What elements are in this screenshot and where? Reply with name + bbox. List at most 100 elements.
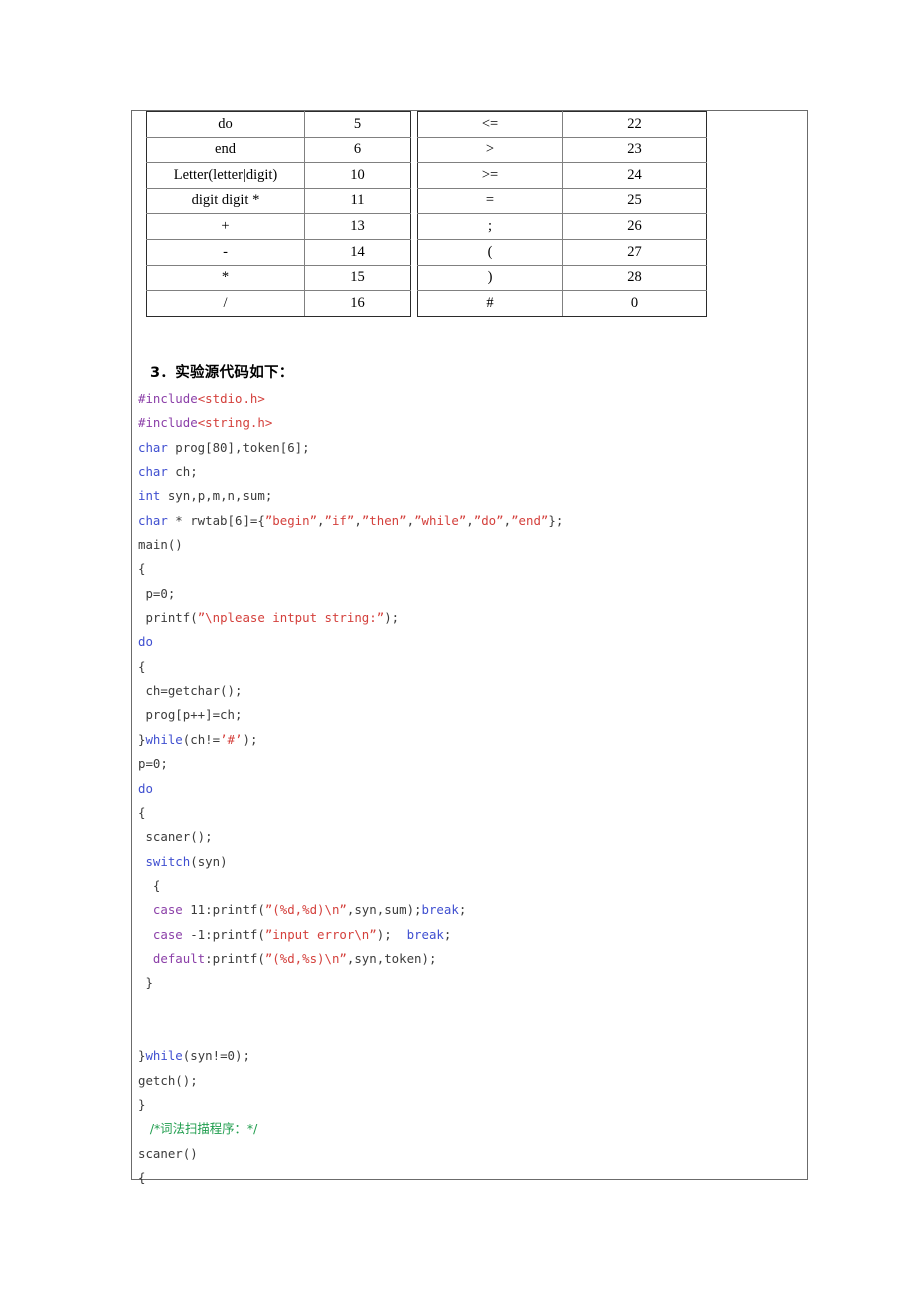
code-cell: 27 xyxy=(562,238,707,266)
code-cell: 13 xyxy=(304,213,411,240)
code-token: 11:printf( xyxy=(182,902,265,918)
code-token: while xyxy=(145,1048,183,1064)
code-token: /*词法扫描程序：*/ xyxy=(138,1121,258,1137)
code-token: * rwtab[6]={ xyxy=(167,512,265,528)
code-line: getch(); xyxy=(138,1069,798,1093)
code-line: } xyxy=(138,1093,798,1117)
code-token: do xyxy=(138,780,153,796)
code-line: #include<stdio.h> xyxy=(138,387,798,411)
code-cell: 15 xyxy=(304,264,411,292)
code-token: ”then” xyxy=(361,512,407,528)
code-token: ”if” xyxy=(324,512,355,528)
code-token: syn,p,m,n,sum; xyxy=(160,488,273,504)
symbol-cell: ) xyxy=(417,264,563,292)
table-row: <= 22 xyxy=(417,111,707,138)
symbol-cell: + xyxy=(146,213,305,240)
code-line: p=0; xyxy=(138,582,798,606)
code-cell: 24 xyxy=(562,162,707,189)
symbol-cell: > xyxy=(417,136,563,164)
symbol-cell: = xyxy=(417,187,563,215)
code-line: { xyxy=(138,1166,798,1190)
code-token: #include xyxy=(138,391,198,406)
table-row: ; 26 xyxy=(417,213,707,240)
code-cell: 23 xyxy=(562,136,707,164)
symbol-cell: <= xyxy=(417,111,563,138)
code-line: #include<string.h> xyxy=(138,411,798,435)
symbol-cell: do xyxy=(146,111,305,138)
code-token: case xyxy=(152,902,183,918)
code-token: ); xyxy=(376,926,407,942)
code-token: break xyxy=(406,926,444,942)
symbol-table-left: do 5 end 6 Letter(letter|digit) 10 digit digit… xyxy=(146,111,411,317)
code-cell: 25 xyxy=(562,187,707,215)
code-line: { xyxy=(138,655,798,679)
symbol-cell: - xyxy=(146,238,305,266)
code-cell: 16 xyxy=(304,290,411,317)
table-row: do 5 xyxy=(146,111,411,138)
code-token: ch=getchar(); xyxy=(138,683,243,699)
symbol-table-left-body: do 5 end 6 Letter(letter|digit) 10 digit digit… xyxy=(146,111,411,317)
code-line: char ch; xyxy=(138,460,798,484)
code-token: #include xyxy=(138,415,198,431)
code-line: { xyxy=(138,874,798,898)
table-row: /16 xyxy=(146,290,411,317)
code-token: switch xyxy=(145,853,191,869)
code-line: prog[p++]=ch; xyxy=(138,703,798,727)
source-code-block: #include<stdio.h> #include<string.h> char … xyxy=(138,387,798,1190)
table-row: #0 xyxy=(417,290,707,317)
code-cell: 26 xyxy=(562,213,707,240)
table-row: +13 xyxy=(146,213,411,240)
code-token: char xyxy=(138,439,168,455)
code-token: scaner() xyxy=(138,1145,198,1161)
code-cell: 14 xyxy=(304,238,411,266)
code-token: , xyxy=(317,512,325,528)
code-token: ”input error\n” xyxy=(264,926,377,942)
code-cell: 11 xyxy=(304,187,411,215)
code-token: (syn!=0); xyxy=(182,1048,250,1064)
code-line: }while(syn!=0); xyxy=(138,1044,798,1068)
code-line: ch=getchar(); xyxy=(138,679,798,703)
table-row: * 15 xyxy=(146,264,411,292)
table-row: >= 24 xyxy=(417,162,707,189)
code-line: { xyxy=(138,801,798,825)
symbol-cell: # xyxy=(417,290,563,317)
code-line: do xyxy=(138,777,798,801)
symbol-table-right-body: <= 22 >23 >= 24 = 25; 26(27) 28 #0 xyxy=(417,111,707,317)
code-token: ; xyxy=(443,926,452,942)
symbol-tables-row: do 5 end 6 Letter(letter|digit) 10 digit digit… xyxy=(146,111,796,317)
code-token: prog[80],token[6]; xyxy=(167,439,310,455)
code-line: { xyxy=(138,557,798,581)
code-token: p=0; xyxy=(138,585,176,601)
symbol-cell: >= xyxy=(417,162,563,189)
table-row: -14 xyxy=(146,238,411,266)
code-token: prog[p++]=ch; xyxy=(138,707,243,723)
code-token: char xyxy=(138,464,168,480)
code-token: ); xyxy=(242,731,258,747)
code-token: p=0; xyxy=(138,756,168,772)
code-token: ; xyxy=(458,902,467,918)
code-token: printf( xyxy=(138,610,198,626)
table-row: ) 28 xyxy=(417,264,707,292)
code-token: break xyxy=(421,902,459,918)
code-token: <stdio.h> xyxy=(197,391,265,406)
code-cell: 5 xyxy=(304,111,411,138)
code-token: (syn) xyxy=(190,853,228,869)
code-token: , xyxy=(406,512,415,528)
code-cell: 10 xyxy=(304,162,411,189)
document-page: do 5 end 6 Letter(letter|digit) 10 digit digit… xyxy=(131,110,808,1185)
symbol-cell: ; xyxy=(417,213,563,240)
code-line: }while(ch!=’#’); xyxy=(138,728,798,752)
code-token: ); xyxy=(384,610,400,626)
code-line: /*词法扫描程序：*/ xyxy=(138,1117,798,1141)
code-token: ”\nplease intput string:” xyxy=(197,610,385,626)
code-token: } xyxy=(138,975,153,991)
code-token: , xyxy=(466,512,474,528)
code-line: scaner() xyxy=(138,1142,798,1166)
code-token: while xyxy=(145,731,183,747)
code-token: ”end” xyxy=(511,512,549,528)
table-row: end 6 xyxy=(146,136,411,164)
